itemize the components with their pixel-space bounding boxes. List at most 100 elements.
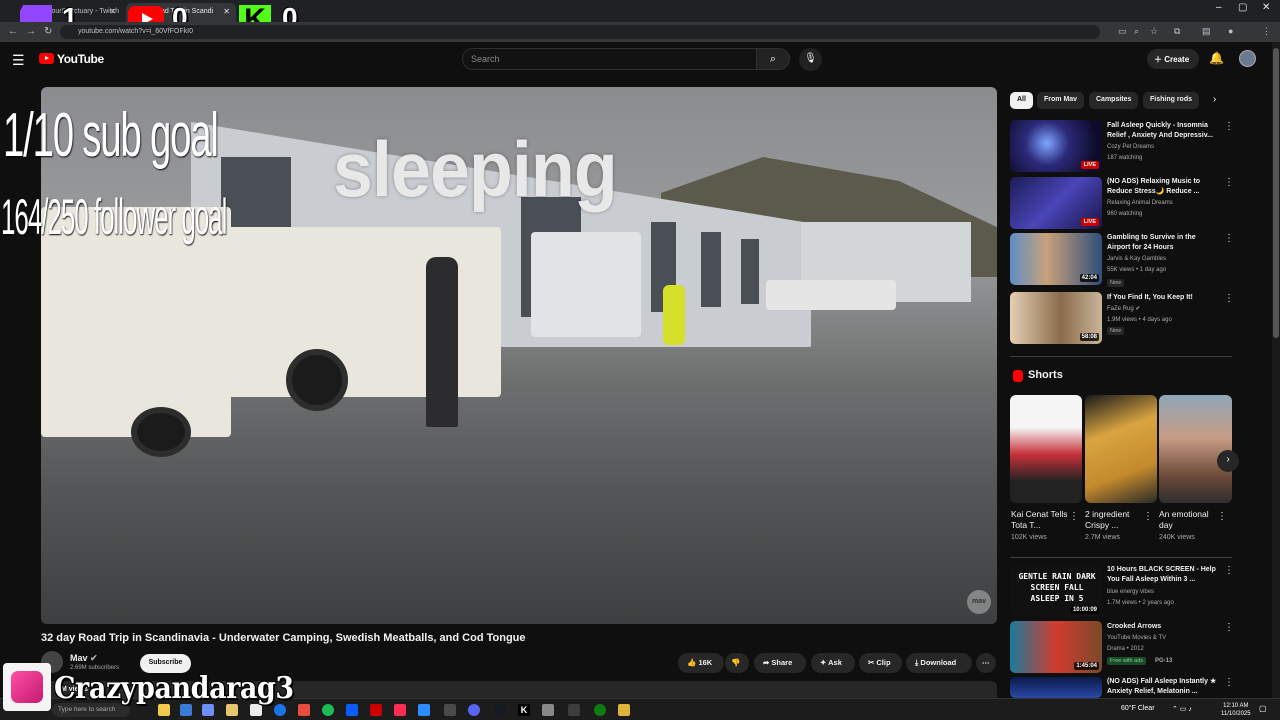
- download-button[interactable]: ⤓ Download: [906, 653, 972, 673]
- back-icon[interactable]: ←: [8, 26, 18, 37]
- taskbar-weather[interactable]: 60°F Clear: [1121, 705, 1155, 712]
- rec-thumbnail[interactable]: GENTLE RAIN DARK SCREEN FALL ASLEEP IN 5…: [1010, 565, 1102, 617]
- notification-center-icon[interactable]: ▢: [1259, 704, 1267, 713]
- rec-title[interactable]: Crooked Arrows: [1107, 622, 1217, 632]
- chip-fishing-rods[interactable]: Fishing rods: [1143, 92, 1199, 109]
- rec-thumbnail[interactable]: 1:45:04: [1010, 621, 1102, 673]
- browser-tab-bar: yourSanctuary - Twitch ✕ Road Trip in Sc…: [0, 0, 1280, 22]
- app-icon[interactable]: [618, 704, 630, 716]
- youtube-logo-text[interactable]: YouTube: [57, 52, 104, 66]
- zoom-icon[interactable]: ⌕: [1134, 26, 1139, 37]
- channel-name[interactable]: Mav ✔: [70, 653, 98, 664]
- share-button[interactable]: ➦ Share: [754, 653, 806, 673]
- more-vertical-icon[interactable]: ⋮: [1143, 511, 1153, 522]
- app-icon[interactable]: [568, 704, 580, 716]
- close-window-icon[interactable]: ✕: [1262, 2, 1270, 13]
- more-vertical-icon[interactable]: ⋮: [1217, 511, 1227, 522]
- youtube-logo-icon[interactable]: [39, 53, 54, 64]
- chip-campsites[interactable]: Campsites: [1089, 92, 1139, 109]
- discord-icon[interactable]: [468, 704, 480, 716]
- xbox-icon[interactable]: [594, 704, 606, 716]
- browser-menu-icon[interactable]: ⋮: [1262, 26, 1271, 37]
- taskbar-clock[interactable]: 12:10 AM 11/10/2025: [1221, 702, 1251, 718]
- more-vertical-icon[interactable]: ⋮: [1224, 177, 1234, 188]
- cast-icon[interactable]: ▭: [1118, 26, 1127, 37]
- rec-channel[interactable]: Relaxing Animal Dreams: [1107, 198, 1173, 209]
- chip-all[interactable]: All: [1010, 92, 1033, 109]
- tiktok-icon[interactable]: [394, 704, 406, 716]
- rec-title[interactable]: (NO ADS) Fall Asleep Instantly ★ Anxiety…: [1107, 677, 1217, 697]
- search-input[interactable]: Search: [462, 48, 757, 70]
- app-icon[interactable]: [418, 704, 430, 716]
- chip-from-mav[interactable]: From Mav: [1037, 92, 1085, 109]
- create-button[interactable]: ＋ Create: [1147, 49, 1199, 69]
- channel-watermark[interactable]: mav: [967, 590, 991, 614]
- short-title[interactable]: An emotional day: [1159, 509, 1219, 531]
- forward-icon[interactable]: →: [26, 26, 36, 37]
- more-vertical-icon[interactable]: ⋮: [1224, 233, 1234, 244]
- rec-title[interactable]: If You Find It, You Keep It!: [1107, 293, 1217, 303]
- short-title[interactable]: 2 ingredient Crispy ...: [1085, 509, 1145, 531]
- rec-title[interactable]: Gambling to Survive in the Airport for 2…: [1107, 233, 1217, 253]
- shorts-icon: [1013, 370, 1023, 382]
- rec-channel[interactable]: FaZe Rug ✔: [1107, 304, 1140, 315]
- account-avatar[interactable]: [1239, 50, 1256, 67]
- rec-thumbnail[interactable]: LIVE: [1010, 177, 1102, 229]
- rec-title[interactable]: 10 Hours BLACK SCREEN - Help You Fall As…: [1107, 565, 1217, 585]
- rec-channel[interactable]: Cozy Pet Dreams: [1107, 142, 1154, 153]
- rec-channel[interactable]: blue energy vibes: [1107, 587, 1154, 598]
- maximize-icon[interactable]: ▢: [1238, 2, 1247, 13]
- ask-button[interactable]: ✦ Ask: [811, 653, 855, 673]
- close-tab-icon[interactable]: ✕: [223, 7, 230, 16]
- more-vertical-icon[interactable]: ⋮: [1224, 565, 1234, 576]
- steam-icon[interactable]: [494, 704, 506, 716]
- short-thumbnail[interactable]: [1159, 395, 1232, 503]
- url-field[interactable]: youtube.com/watch?v=i_60VfFOFkI0: [60, 25, 1100, 39]
- more-vertical-icon[interactable]: ⋮: [1224, 293, 1234, 304]
- clip-button[interactable]: ✂ Clip: [859, 653, 902, 673]
- app-icon[interactable]: [298, 704, 310, 716]
- more-actions-button[interactable]: ⋯: [976, 653, 996, 673]
- rec-title[interactable]: Fall Asleep Quickly - Insomnia Relief , …: [1107, 121, 1217, 141]
- rec-thumbnail[interactable]: [1010, 677, 1102, 698]
- page-scrollbar[interactable]: [1272, 42, 1280, 698]
- search-placeholder: Search: [471, 54, 500, 64]
- app-icon[interactable]: [444, 704, 456, 716]
- shorts-next-button[interactable]: ›: [1217, 450, 1239, 472]
- voice-search-button[interactable]: 🎙: [799, 48, 822, 71]
- system-tray-icons[interactable]: ⌃ ▭ ♪: [1172, 705, 1192, 713]
- more-vertical-icon[interactable]: ⋮: [1224, 677, 1234, 688]
- rec-channel[interactable]: YouTube Movies & TV: [1107, 633, 1166, 644]
- like-button[interactable]: 👍 16K: [678, 653, 724, 673]
- more-vertical-icon[interactable]: ⋮: [1224, 622, 1234, 633]
- rec-thumbnail[interactable]: LIVE: [1010, 120, 1102, 172]
- spotify-icon[interactable]: [322, 704, 334, 716]
- rec-thumbnail[interactable]: 58:08: [1010, 292, 1102, 344]
- bookmark-star-icon[interactable]: ☆: [1150, 26, 1158, 37]
- short-thumbnail[interactable]: [1085, 395, 1157, 503]
- reload-icon[interactable]: ↻: [44, 26, 52, 37]
- short-title[interactable]: Kai Cenat Tells Tota T...: [1011, 509, 1071, 531]
- rec-channel[interactable]: Jarvis & Kay Gambles: [1107, 254, 1166, 265]
- dislike-button[interactable]: 👎: [725, 653, 749, 673]
- profile-icon[interactable]: ●: [1228, 26, 1233, 36]
- chevron-right-icon[interactable]: ›: [1213, 94, 1216, 105]
- notifications-bell-icon[interactable]: 🔔: [1209, 51, 1224, 65]
- kick-app-icon[interactable]: K: [518, 704, 530, 716]
- app-icon[interactable]: [370, 704, 382, 716]
- more-vertical-icon[interactable]: ⋮: [1069, 511, 1079, 522]
- rec-title[interactable]: (NO ADS) Relaxing Music to Reduce Stress…: [1107, 177, 1217, 197]
- sidebar-icon[interactable]: ▤: [1202, 26, 1211, 37]
- search-button[interactable]: ⌕: [756, 48, 790, 70]
- extensions-icon[interactable]: ⧉: [1174, 26, 1180, 37]
- minimize-icon[interactable]: –: [1216, 2, 1222, 13]
- short-thumbnail[interactable]: [1010, 395, 1082, 503]
- hamburger-menu-icon[interactable]: ☰: [12, 52, 25, 69]
- more-vertical-icon[interactable]: ⋮: [1224, 121, 1234, 132]
- app-icon[interactable]: [542, 704, 554, 716]
- thumbs-down-icon: 👎: [731, 658, 741, 667]
- scene-suv: [766, 280, 896, 310]
- app-icon[interactable]: [346, 704, 358, 716]
- close-tab-icon[interactable]: ✕: [109, 7, 116, 16]
- rec-thumbnail[interactable]: 42:04: [1010, 233, 1102, 285]
